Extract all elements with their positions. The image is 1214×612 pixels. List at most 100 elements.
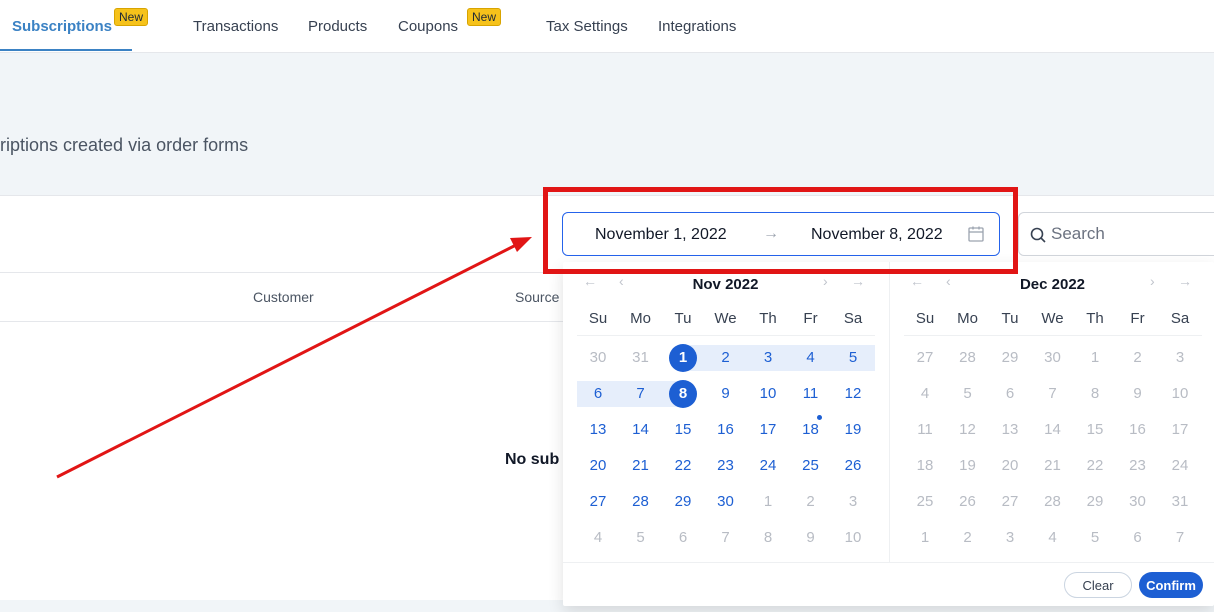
calendar-day[interactable]: 4 <box>790 340 832 376</box>
calendar-day[interactable]: 28 <box>620 484 662 520</box>
calendar-day[interactable]: 26 <box>947 484 989 520</box>
calendar-day[interactable]: 22 <box>662 448 704 484</box>
calendar-day[interactable]: 11 <box>790 376 832 412</box>
calendar-day[interactable]: 7 <box>705 520 747 556</box>
calendar-day[interactable]: 13 <box>989 412 1031 448</box>
calendar-day[interactable]: 6 <box>577 376 619 412</box>
calendar-day[interactable]: 8 <box>747 520 789 556</box>
next-month-icon[interactable]: › <box>823 273 828 289</box>
calendar-day[interactable]: 5 <box>947 376 989 412</box>
tab-products[interactable]: Products <box>308 0 367 53</box>
calendar-day[interactable]: 4 <box>904 376 946 412</box>
calendar-day[interactable]: 9 <box>705 376 747 412</box>
month-title[interactable]: Dec 2022 <box>890 276 1214 293</box>
calendar-day[interactable]: 21 <box>1032 448 1074 484</box>
calendar-day[interactable]: 27 <box>989 484 1031 520</box>
calendar-day[interactable]: 12 <box>832 376 874 412</box>
calendar-day[interactable]: 26 <box>832 448 874 484</box>
tab-subscriptions[interactable]: Subscriptions <box>0 0 133 53</box>
calendar-day[interactable]: 8 <box>1074 376 1116 412</box>
calendar-day[interactable]: 24 <box>1159 448 1201 484</box>
tab-transactions[interactable]: Transactions <box>193 0 278 53</box>
calendar-day[interactable]: 3 <box>1159 340 1201 376</box>
next-year-icon[interactable]: → <box>851 273 865 289</box>
calendar-day[interactable]: 15 <box>662 412 704 448</box>
calendar-day[interactable]: 15 <box>1074 412 1116 448</box>
calendar-day[interactable]: 1 <box>662 340 704 376</box>
column-header-source[interactable]: Source <box>515 289 559 305</box>
calendar-day[interactable]: 30 <box>577 340 619 376</box>
calendar-day[interactable]: 2 <box>705 340 747 376</box>
calendar-day[interactable]: 23 <box>705 448 747 484</box>
calendar-day[interactable]: 16 <box>705 412 747 448</box>
calendar-day[interactable]: 11 <box>904 412 946 448</box>
calendar-day[interactable]: 10 <box>832 520 874 556</box>
calendar-day[interactable]: 29 <box>662 484 704 520</box>
calendar-day[interactable]: 20 <box>989 448 1031 484</box>
calendar-day[interactable]: 6 <box>662 520 704 556</box>
calendar-day[interactable]: 28 <box>947 340 989 376</box>
calendar-day[interactable]: 1 <box>747 484 789 520</box>
clear-button[interactable]: Clear <box>1064 572 1132 598</box>
tab-integrations[interactable]: Integrations <box>658 0 736 53</box>
calendar-day[interactable]: 3 <box>832 484 874 520</box>
calendar-day[interactable]: 24 <box>747 448 789 484</box>
calendar-day[interactable]: 5 <box>620 520 662 556</box>
confirm-button[interactable]: Confirm <box>1139 572 1203 598</box>
calendar-day[interactable]: 18 <box>790 412 832 448</box>
calendar-day[interactable]: 9 <box>1117 376 1159 412</box>
calendar-day[interactable]: 4 <box>1032 520 1074 556</box>
calendar-day[interactable]: 19 <box>832 412 874 448</box>
calendar-day[interactable]: 18 <box>904 448 946 484</box>
search-field[interactable] <box>1018 212 1214 256</box>
calendar-day[interactable]: 12 <box>947 412 989 448</box>
tab-tax-settings[interactable]: Tax Settings <box>546 0 628 53</box>
calendar-day[interactable]: 2 <box>1117 340 1159 376</box>
calendar-day[interactable]: 19 <box>947 448 989 484</box>
calendar-day[interactable]: 25 <box>904 484 946 520</box>
calendar-day[interactable]: 29 <box>989 340 1031 376</box>
calendar-day[interactable]: 7 <box>1159 520 1201 556</box>
calendar-day[interactable]: 27 <box>904 340 946 376</box>
calendar-day[interactable]: 17 <box>1159 412 1201 448</box>
calendar-day[interactable]: 8 <box>662 376 704 412</box>
calendar-day[interactable]: 30 <box>1032 340 1074 376</box>
calendar-day[interactable]: 1 <box>1074 340 1116 376</box>
calendar-day[interactable]: 14 <box>1032 412 1074 448</box>
calendar-day[interactable]: 2 <box>790 484 832 520</box>
column-header-customer[interactable]: Customer <box>253 289 314 305</box>
calendar-day[interactable]: 10 <box>747 376 789 412</box>
calendar-day[interactable]: 4 <box>577 520 619 556</box>
calendar-day[interactable]: 28 <box>1032 484 1074 520</box>
calendar-day[interactable]: 30 <box>1117 484 1159 520</box>
calendar-day[interactable]: 21 <box>620 448 662 484</box>
calendar-day[interactable]: 16 <box>1117 412 1159 448</box>
calendar-day[interactable]: 22 <box>1074 448 1116 484</box>
search-input[interactable] <box>1051 223 1211 245</box>
month-title[interactable]: Nov 2022 <box>563 276 888 293</box>
calendar-day[interactable]: 1 <box>904 520 946 556</box>
calendar-day[interactable]: 2 <box>947 520 989 556</box>
calendar-day[interactable]: 6 <box>989 376 1031 412</box>
calendar-day[interactable]: 13 <box>577 412 619 448</box>
calendar-day[interactable]: 6 <box>1117 520 1159 556</box>
next-month-icon[interactable]: › <box>1150 273 1155 289</box>
calendar-day[interactable]: 3 <box>747 340 789 376</box>
calendar-day[interactable]: 3 <box>989 520 1031 556</box>
tab-coupons[interactable]: Coupons <box>398 0 458 53</box>
calendar-day[interactable]: 7 <box>1032 376 1074 412</box>
calendar-day[interactable]: 9 <box>790 520 832 556</box>
calendar-day[interactable]: 5 <box>1074 520 1116 556</box>
calendar-day[interactable]: 17 <box>747 412 789 448</box>
calendar-day[interactable]: 10 <box>1159 376 1201 412</box>
calendar-day[interactable]: 25 <box>790 448 832 484</box>
next-year-icon[interactable]: → <box>1178 273 1192 289</box>
calendar-day[interactable]: 31 <box>1159 484 1201 520</box>
calendar-day[interactable]: 7 <box>620 376 662 412</box>
calendar-day[interactable]: 14 <box>620 412 662 448</box>
calendar-day[interactable]: 30 <box>705 484 747 520</box>
calendar-day[interactable]: 27 <box>577 484 619 520</box>
calendar-day[interactable]: 5 <box>832 340 874 376</box>
calendar-day[interactable]: 20 <box>577 448 619 484</box>
calendar-day[interactable]: 29 <box>1074 484 1116 520</box>
